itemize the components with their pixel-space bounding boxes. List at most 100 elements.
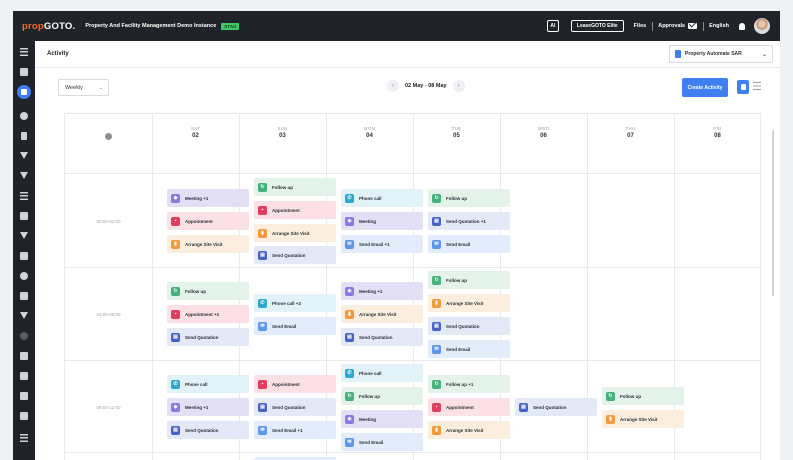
- activity-card-appointment[interactable]: ▪ Appointment +1: [167, 305, 249, 323]
- follow-up-icon: ↻: [345, 391, 354, 401]
- prev-week-button[interactable]: ‹: [387, 80, 399, 92]
- billing-icon[interactable]: [20, 372, 28, 380]
- activity-card-site-visit[interactable]: ▮ Arrange Site Visit: [341, 305, 423, 323]
- view-mode-select[interactable]: Weekly ⌄: [58, 79, 109, 96]
- top-bar: propGOTO. Property And Facility Manageme…: [13, 11, 780, 41]
- funnel-icon[interactable]: [20, 172, 28, 179]
- clock-icon: [105, 133, 112, 140]
- payments-icon[interactable]: [20, 392, 28, 400]
- approvals-link[interactable]: Approvals: [658, 23, 698, 29]
- email-icon: ✉: [258, 321, 267, 331]
- quotation-icon: ▤: [519, 402, 528, 412]
- activity-card-quotation[interactable]: ▤ Send Quotation: [428, 317, 510, 335]
- activity-card-phone-call[interactable]: ✆ Phone call: [167, 375, 249, 393]
- activity-card-quotation[interactable]: ▤ Send Quotation: [254, 398, 336, 416]
- site-visit-icon: ▮: [345, 309, 354, 319]
- chevron-down-icon: ⌄: [761, 51, 767, 58]
- activity-card-follow-up[interactable]: ↻ Follow up: [428, 271, 510, 289]
- create-activity-button[interactable]: Create Activity: [682, 78, 728, 97]
- activity-card-appointment[interactable]: ▪ Appointment: [254, 201, 336, 219]
- activity-card-follow-up[interactable]: ↻ Follow up: [167, 282, 249, 300]
- contracts-icon[interactable]: [20, 292, 28, 300]
- next-week-button[interactable]: ›: [452, 80, 465, 92]
- activity-card-meeting[interactable]: ◆ Meeting +1: [167, 398, 249, 416]
- user-icon[interactable]: [20, 312, 28, 319]
- meeting-icon: ◆: [171, 402, 180, 412]
- settings-icon[interactable]: [20, 272, 28, 280]
- filter-icon[interactable]: [20, 152, 28, 159]
- quotation-icon: ▤: [345, 332, 354, 342]
- activity-card-quotation[interactable]: ▤ Send Quotation: [341, 328, 423, 346]
- reports-icon[interactable]: [20, 252, 28, 260]
- follow-up-icon: ↻: [171, 286, 180, 296]
- calendar-icon[interactable]: [17, 85, 31, 99]
- bell-icon[interactable]: [739, 22, 745, 30]
- list-icon[interactable]: [20, 192, 28, 200]
- calendar-view-button[interactable]: [737, 80, 749, 94]
- activity-card-follow-up[interactable]: ↻ Follow up +1: [428, 375, 510, 393]
- activity-card-meeting[interactable]: ◆ Meeting +1: [167, 189, 249, 207]
- date-navigator: ‹ 02 May - 08 May ›: [381, 80, 471, 92]
- activity-card-follow-up[interactable]: ↻ Follow up: [602, 387, 684, 405]
- activity-card-email[interactable]: ✉ Send Email: [428, 340, 510, 358]
- activity-card-appointment[interactable]: ▪ Appointment: [428, 398, 510, 416]
- activity-card-quotation[interactable]: ▤ Send Quotation: [167, 328, 249, 346]
- property-select[interactable]: Property Automate SAR ⌄: [669, 45, 773, 63]
- day-header-thu: THU 07: [625, 126, 636, 139]
- day-header-wed: WED 06: [537, 126, 550, 139]
- activity-card-email[interactable]: ✉ Send Email: [428, 235, 510, 253]
- menu-icon[interactable]: [20, 48, 28, 56]
- tools-icon[interactable]: [20, 232, 28, 239]
- more-icon[interactable]: [20, 434, 28, 442]
- activity-card-email[interactable]: ✉ Send Email +1: [341, 235, 423, 253]
- appointment-icon: ▪: [258, 205, 267, 215]
- grid-icon[interactable]: [20, 212, 28, 220]
- activity-card-site-visit[interactable]: ▮ Arrange Site Visit: [602, 410, 684, 428]
- activity-card-phone-call[interactable]: ✆ Phone call +2: [254, 294, 336, 312]
- activity-card-site-visit[interactable]: ▮ Arrange Site Visit: [428, 421, 510, 439]
- activity-card-email[interactable]: ✉ Send Email +1: [254, 421, 336, 439]
- location-icon[interactable]: [20, 112, 28, 120]
- follow-up-icon: ↻: [606, 391, 615, 401]
- activity-card-quotation[interactable]: ▤ Send Quotation +1: [428, 212, 510, 230]
- app-logo[interactable]: propGOTO.: [22, 21, 75, 32]
- help-icon[interactable]: [20, 332, 28, 340]
- activity-card-quotation[interactable]: ▤ Send Quotation: [515, 398, 597, 416]
- activity-card-appointment[interactable]: ▪ Appointment: [254, 375, 336, 393]
- inventory-icon[interactable]: [20, 352, 28, 360]
- ai-assistant-button[interactable]: AI: [546, 20, 559, 32]
- activity-card-email[interactable]: ✉ Send Email: [341, 433, 423, 451]
- list-view-icon[interactable]: [753, 82, 761, 90]
- document-icon[interactable]: [21, 132, 27, 140]
- activity-card-follow-up[interactable]: ↻ Follow up: [254, 178, 336, 196]
- activity-card-quotation[interactable]: ▤ Send Quotation: [254, 246, 336, 264]
- activity-card-meeting[interactable]: ◆ Meeting: [341, 212, 423, 230]
- assets-icon[interactable]: [20, 412, 28, 420]
- activity-card-phone-call[interactable]: ✆ Phone call: [341, 364, 423, 382]
- time-slot-label: 00:00-04:00: [96, 219, 121, 224]
- day-header-mon: MON 04: [363, 126, 376, 139]
- files-link[interactable]: Files: [634, 23, 647, 29]
- date-range: 02 May - 08 May: [405, 83, 447, 89]
- activity-card-follow-up[interactable]: ↻ Follow up: [428, 189, 510, 207]
- activity-card-meeting[interactable]: ◆ Meeting +1: [341, 282, 423, 300]
- language-selector[interactable]: English: [709, 23, 729, 29]
- activity-card-quotation[interactable]: ▤ Send Quotation: [167, 421, 249, 439]
- activity-card-site-visit[interactable]: ▮ Arrange Site Visit: [167, 235, 249, 253]
- activity-card-email[interactable]: ✉ Send Email: [254, 317, 336, 335]
- phone-icon: ✆: [258, 298, 267, 308]
- activity-card-follow-up[interactable]: ↻ Follow up: [341, 387, 423, 405]
- quotation-icon: ▤: [258, 250, 267, 260]
- activity-card-appointment[interactable]: ▪ Appointment: [167, 212, 249, 230]
- calendar-scrollbar[interactable]: [772, 130, 774, 296]
- app-frame: propGOTO. Property And Facility Manageme…: [13, 11, 780, 460]
- activity-card-phone-call[interactable]: ✆ Phone call: [341, 189, 423, 207]
- time-slot-label: 04:00-08:00: [96, 312, 121, 317]
- activity-card-site-visit[interactable]: ▮ Arrange Site Visit: [254, 224, 336, 242]
- meeting-icon: ◆: [345, 216, 354, 226]
- activity-card-meeting[interactable]: ◆ Meeting: [341, 410, 423, 428]
- dashboard-icon[interactable]: [20, 68, 28, 76]
- avatar[interactable]: [754, 18, 770, 34]
- activity-card-site-visit[interactable]: ▮ Arrange Site Visit: [428, 294, 510, 312]
- leasegoto-elite-button[interactable]: LeaseGOTO Elite: [570, 20, 624, 32]
